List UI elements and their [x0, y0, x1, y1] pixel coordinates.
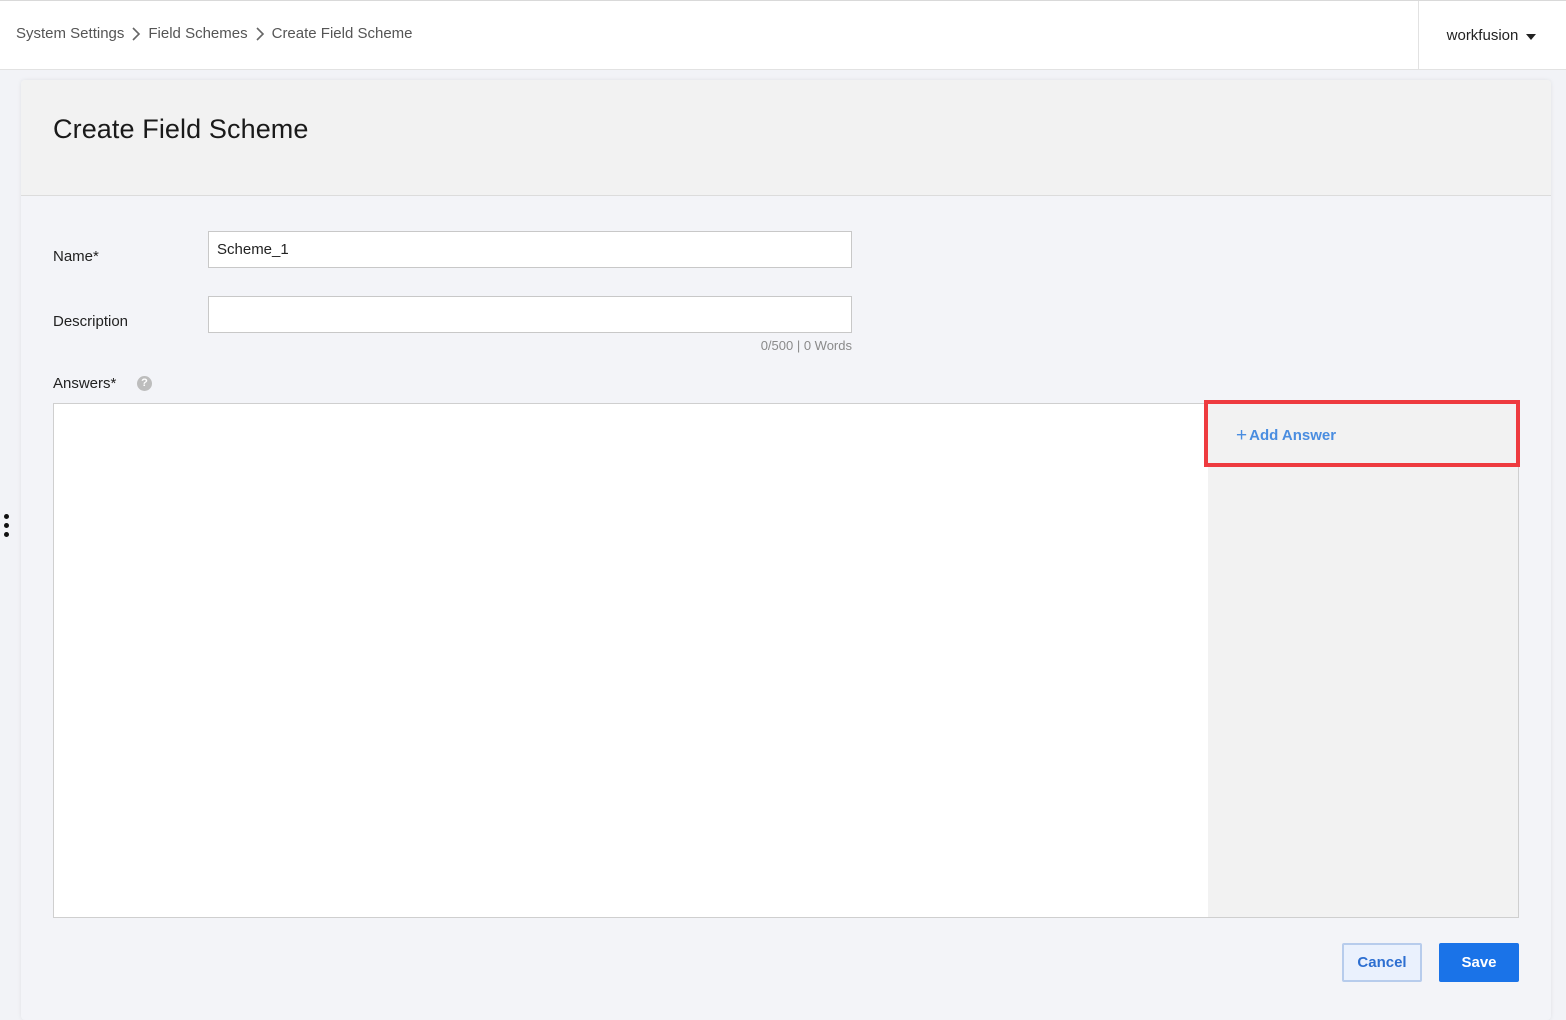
- breadcrumb-field-schemes[interactable]: Field Schemes: [148, 25, 247, 42]
- breadcrumb-system-settings[interactable]: System Settings: [16, 25, 124, 42]
- top-bar: System Settings Field Schemes Create Fie…: [0, 0, 1566, 70]
- user-menu[interactable]: workfusion: [1418, 1, 1566, 70]
- breadcrumb-create-field-scheme: Create Field Scheme: [271, 25, 413, 42]
- chevron-right-icon: [248, 25, 272, 42]
- cancel-button[interactable]: Cancel: [1342, 943, 1422, 982]
- name-label: Name*: [53, 248, 99, 265]
- answers-label: Answers*: [53, 375, 117, 392]
- description-label: Description: [53, 313, 129, 330]
- more-vertical-icon[interactable]: [3, 514, 11, 540]
- answers-side-panel: + Add Answer: [1208, 404, 1518, 917]
- create-field-scheme-card: Create Field Scheme Name* Description 0/…: [21, 80, 1551, 1020]
- chevron-right-icon: [124, 25, 148, 42]
- breadcrumb: System Settings Field Schemes Create Fie…: [16, 25, 413, 42]
- user-menu-label: workfusion: [1446, 27, 1519, 44]
- page-title: Create Field Scheme: [53, 114, 309, 144]
- help-circle-icon[interactable]: ?: [137, 376, 152, 391]
- description-input[interactable]: [208, 296, 852, 333]
- plus-icon: +: [1236, 425, 1248, 446]
- caret-down-icon: [1526, 33, 1537, 40]
- save-button[interactable]: Save: [1439, 943, 1519, 982]
- add-answer-label: Add Answer: [1249, 427, 1337, 444]
- description-counter: 0/500 | 0 Words: [760, 338, 852, 353]
- card-header: Create Field Scheme: [21, 80, 1551, 196]
- name-input[interactable]: [208, 231, 852, 268]
- answers-editor: + Add Answer: [53, 403, 1519, 918]
- add-answer-button[interactable]: + Add Answer: [1236, 426, 1336, 445]
